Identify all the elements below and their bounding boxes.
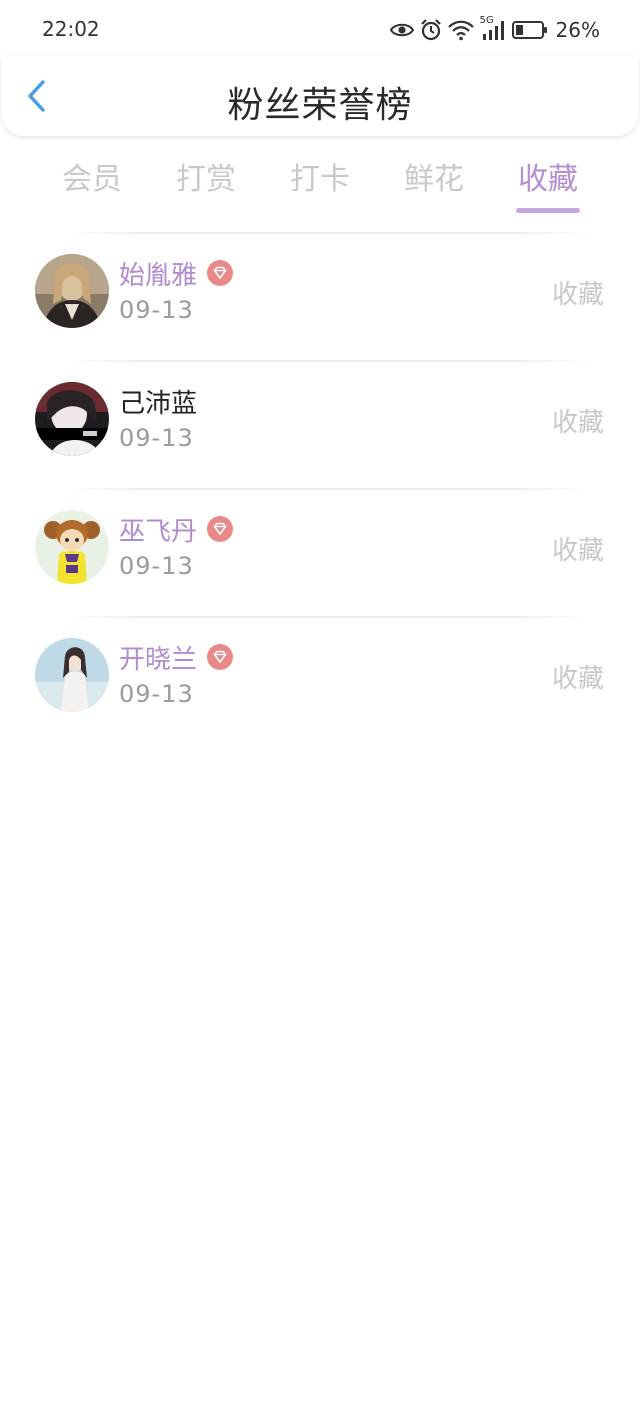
header: 粉丝荣誉榜 <box>2 56 638 136</box>
status-time: 22:02 <box>42 17 100 41</box>
page-title: 粉丝荣誉榜 <box>227 85 413 126</box>
fan-date: 09-13 <box>119 552 194 580</box>
status-bar: 22:02 5G 26% <box>0 0 640 60</box>
tab-member[interactable]: 会员 <box>42 154 142 198</box>
battery-percent: 26% <box>555 18 600 42</box>
tab-label: 打赏 <box>176 162 236 197</box>
eye-icon <box>389 21 414 39</box>
action-label: 收藏 <box>551 536 604 566</box>
avatar[interactable] <box>35 510 109 584</box>
tab-checkin[interactable]: 打卡 <box>270 154 370 198</box>
list-item[interactable]: 己沛蓝 09-13 收藏 <box>0 362 640 488</box>
action-label: 收藏 <box>551 408 604 438</box>
vip-diamond-icon <box>207 260 234 286</box>
alarm-icon <box>420 19 442 41</box>
list-item[interactable]: 始胤雅 09-13 收藏 <box>0 234 640 360</box>
fan-date: 09-13 <box>119 296 194 324</box>
fan-date: 09-13 <box>119 424 194 452</box>
tab-label: 会员 <box>62 162 122 197</box>
fan-list: 始胤雅 09-13 收藏 己沛蓝 09-13 收藏 巫飞丹 09-13 收藏 开… <box>0 232 640 744</box>
avatar[interactable] <box>35 638 109 712</box>
fan-name-line: 巫飞丹 <box>119 512 234 547</box>
tab-reward[interactable]: 打赏 <box>156 154 256 198</box>
fan-name: 开晓兰 <box>119 644 198 675</box>
fan-name-line: 己沛蓝 <box>119 384 198 419</box>
fan-name: 始胤雅 <box>119 260 198 291</box>
tab-favorites[interactable]: 收藏 <box>498 154 598 216</box>
fan-name: 巫飞丹 <box>119 516 198 547</box>
avatar[interactable] <box>35 382 109 456</box>
signal-icon: 5G <box>480 15 506 41</box>
fan-name-line: 开晓兰 <box>119 640 234 675</box>
tab-label: 鲜花 <box>404 162 464 197</box>
tab-active-indicator <box>516 208 580 213</box>
battery-icon <box>511 20 548 40</box>
wifi-icon <box>447 19 474 41</box>
tab-label: 收藏 <box>518 162 578 197</box>
action-label: 收藏 <box>551 280 604 310</box>
list-item[interactable]: 开晓兰 09-13 收藏 <box>0 618 640 744</box>
fan-date: 09-13 <box>119 680 194 708</box>
action-label: 收藏 <box>551 664 604 694</box>
tab-label: 打卡 <box>290 162 350 197</box>
list-item[interactable]: 巫飞丹 09-13 收藏 <box>0 490 640 616</box>
vip-diamond-icon <box>207 516 234 542</box>
tab-bar: 会员 打赏 打卡 鲜花 收藏 <box>0 150 640 216</box>
fan-name: 己沛蓝 <box>119 388 198 419</box>
tab-flowers[interactable]: 鲜花 <box>384 154 484 198</box>
avatar[interactable] <box>35 254 109 328</box>
fan-name-line: 始胤雅 <box>119 256 234 291</box>
network-type: 5G <box>479 15 494 26</box>
status-icons: 5G 26% <box>389 15 600 44</box>
vip-diamond-icon <box>207 644 234 670</box>
